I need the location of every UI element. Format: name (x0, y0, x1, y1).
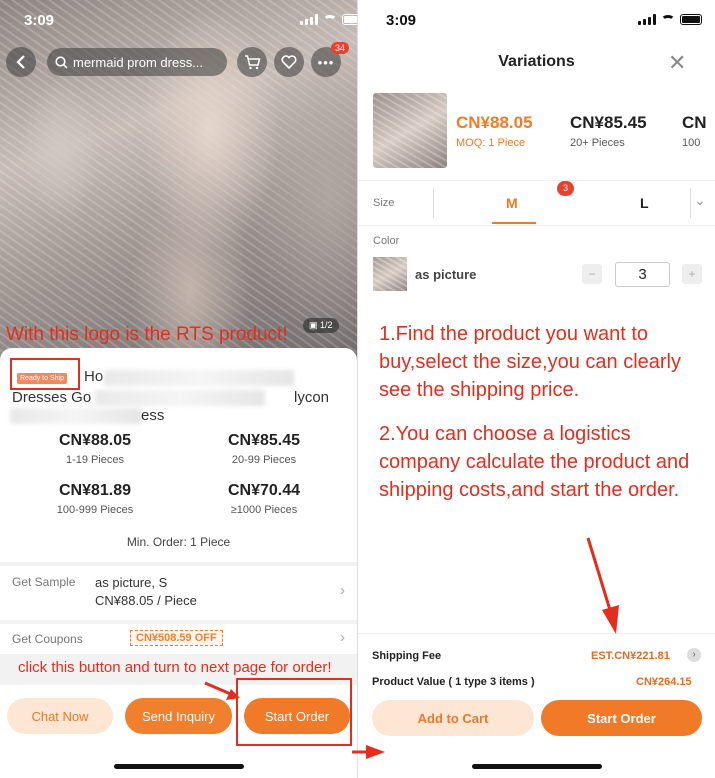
start-order-button[interactable]: Start Order (541, 700, 702, 736)
wifi-icon (323, 14, 337, 25)
product-title-line2: Dresses Go (12, 389, 92, 406)
search-text: mermaid prom dress... (73, 54, 204, 70)
minus-icon: − (588, 267, 596, 281)
tier-qty: 20+ Pieces (570, 137, 625, 149)
get-sample-label: Get Sample (12, 575, 76, 589)
wifi-icon (661, 14, 675, 25)
price-tier: CN¥85.45 20-99 Pieces (184, 432, 344, 466)
product-value: CN¥264.15 (636, 676, 692, 688)
get-sample-row[interactable]: Get Sample as picture, S CN¥88.05 / Piec… (0, 566, 357, 620)
chevron-right-icon[interactable]: › (687, 648, 701, 662)
more-icon: ••• (317, 54, 335, 70)
price-tier: CN¥70.44 ≥1000 Pieces (184, 482, 344, 516)
coupon-value[interactable]: CN¥508.59 OFF (130, 630, 223, 646)
home-indicator (114, 764, 244, 769)
divider (690, 188, 691, 218)
rts-annotation: With this logo is the RTS product! (6, 324, 288, 345)
tier-price: CN¥85.45 (227, 432, 301, 449)
chevron-right-icon: › (340, 629, 345, 646)
tier-price: CN¥85.45 (570, 113, 647, 132)
selected-size-underline (492, 222, 536, 224)
tier-qty: ≥1000 Pieces (230, 504, 298, 516)
add-to-cart-button[interactable]: Add to Cart (372, 700, 534, 736)
search-icon (55, 55, 68, 69)
cart-button[interactable] (237, 47, 267, 77)
status-icons (300, 14, 364, 25)
size-selector-row (358, 180, 715, 226)
quantity-input[interactable]: 3 (615, 262, 670, 287)
search-bar[interactable]: mermaid prom dress... (47, 48, 227, 76)
status-time: 3:09 (386, 12, 417, 29)
heart-icon (281, 55, 297, 69)
tier-qty: 20-99 Pieces (231, 454, 297, 466)
status-time: 3:09 (24, 12, 55, 29)
price-tier: CN¥81.89 100-999 Pieces (15, 482, 175, 516)
tier-price: CN¥81.89 (58, 482, 132, 499)
size-option-l[interactable]: L (640, 195, 649, 211)
size-count-badge: 3 (557, 181, 574, 196)
blurred-title (104, 370, 294, 386)
close-icon: ✕ (668, 50, 687, 75)
color-label: Color (373, 235, 400, 247)
cart-count-badge: 34 (331, 42, 350, 54)
product-title-line3: ess (141, 407, 165, 424)
color-name: as picture (415, 267, 477, 282)
chat-now-button[interactable]: Chat Now (7, 698, 113, 734)
chevron-down-icon[interactable]: ⌄ (694, 192, 706, 209)
blurred-title-2 (95, 390, 265, 406)
send-inquiry-button[interactable]: Send Inquiry (125, 698, 232, 734)
instruction-step-1: 1.Find the product you want to buy,selec… (379, 323, 682, 401)
size-option-m[interactable]: M (506, 195, 518, 211)
back-arrow-icon (16, 55, 25, 69)
plus-icon: + (688, 267, 696, 281)
quantity-decrease-button[interactable]: − (582, 264, 602, 284)
back-button[interactable] (6, 47, 36, 77)
image-counter: ▣ 1/2 (303, 318, 339, 333)
click-annotation: click this button and turn to next page … (18, 659, 332, 676)
color-thumbnail (373, 257, 407, 291)
instruction-step-2: 2.You can choose a logistics company cal… (379, 423, 690, 501)
min-order-text: Min. Order: 1 Piece (126, 535, 231, 549)
start-order-highlight-box (236, 678, 352, 746)
image-counter-text: 1/2 (320, 320, 333, 330)
sample-spec: as picture, S (95, 575, 168, 590)
shipping-fee-value[interactable]: EST.CN¥221.81 (591, 650, 670, 662)
shipping-fee-label: Shipping Fee (372, 650, 442, 662)
signal-icon (300, 14, 318, 25)
favorite-button[interactable] (274, 47, 304, 77)
variations-title: Variations (498, 53, 575, 70)
price-tier: CN¥88.05 1-19 Pieces (15, 432, 175, 466)
sample-price: CN¥88.05 / Piece (95, 593, 197, 608)
signal-icon (638, 14, 656, 25)
tier-qty: 100-999 Pieces (56, 504, 134, 516)
product-title-line2-end: lycon (294, 389, 330, 406)
home-indicator (472, 764, 602, 769)
tier-price: CN¥70.44 (227, 482, 301, 499)
tier-price: CN¥88.05 (456, 113, 533, 132)
battery-icon (680, 14, 702, 25)
variation-price-tier: CN¥88.05 MOQ: 1 Piece (456, 113, 533, 149)
tier-qty: MOQ: 1 Piece (456, 137, 526, 149)
product-thumbnail (373, 93, 447, 168)
close-button[interactable]: ✕ (668, 50, 686, 76)
tier-price: CN¥88.05 (58, 432, 132, 449)
size-label: Size (373, 197, 395, 209)
divider (433, 188, 434, 218)
tier-qty: 1-19 Pieces (65, 454, 125, 466)
variation-price-tier: CN 100 (682, 113, 707, 149)
chevron-right-icon: › (340, 582, 345, 599)
tier-price: CN (682, 113, 707, 132)
ready-to-ship-badge: Ready to Ship (17, 373, 67, 384)
product-value-label: Product Value ( 1 type 3 items ) (372, 676, 535, 688)
cart-icon (244, 54, 260, 69)
status-icons (638, 14, 702, 25)
tier-qty: 100 (682, 137, 701, 149)
get-coupons-label: Get Coupons (12, 632, 83, 646)
product-title-start: Ho (84, 368, 104, 385)
variation-price-tier: CN¥85.45 20+ Pieces (570, 113, 647, 149)
quantity-increase-button[interactable]: + (682, 264, 702, 284)
blurred-title-3 (10, 408, 142, 424)
